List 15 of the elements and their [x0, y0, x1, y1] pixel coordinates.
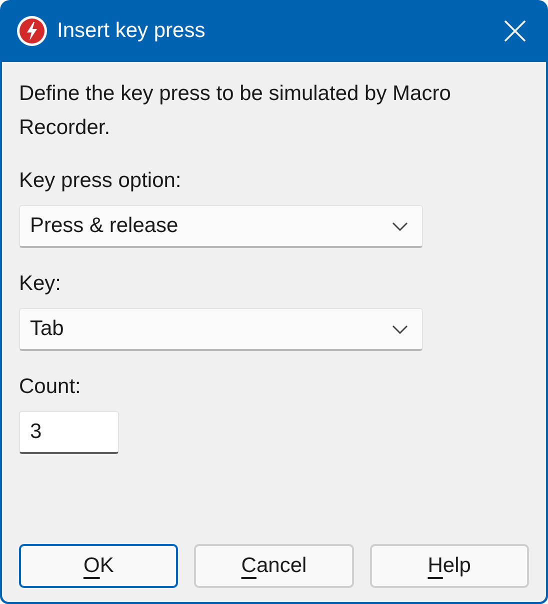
field-label: Count:: [19, 374, 82, 400]
count-field[interactable]: 3: [19, 411, 119, 454]
dialog-button[interactable]: Help: [370, 544, 529, 588]
dropdown[interactable]: Tab: [19, 308, 423, 351]
description-text: Define the key press to be simulated by Macro Recorder.: [19, 81, 452, 141]
lightning-icon: [16, 15, 48, 47]
close-icon: [504, 20, 526, 42]
dialog-button[interactable]: Cancel: [194, 544, 354, 588]
field-label: Key press option:: [19, 168, 182, 194]
field-label: Key:: [19, 271, 62, 297]
chevron-down-icon: [392, 222, 408, 230]
dropdown[interactable]: Press & release: [19, 205, 423, 248]
chevron-down-icon: [392, 324, 408, 334]
window-title: Insert key press: [57, 18, 206, 44]
dialog-button[interactable]: OK: [19, 544, 178, 588]
